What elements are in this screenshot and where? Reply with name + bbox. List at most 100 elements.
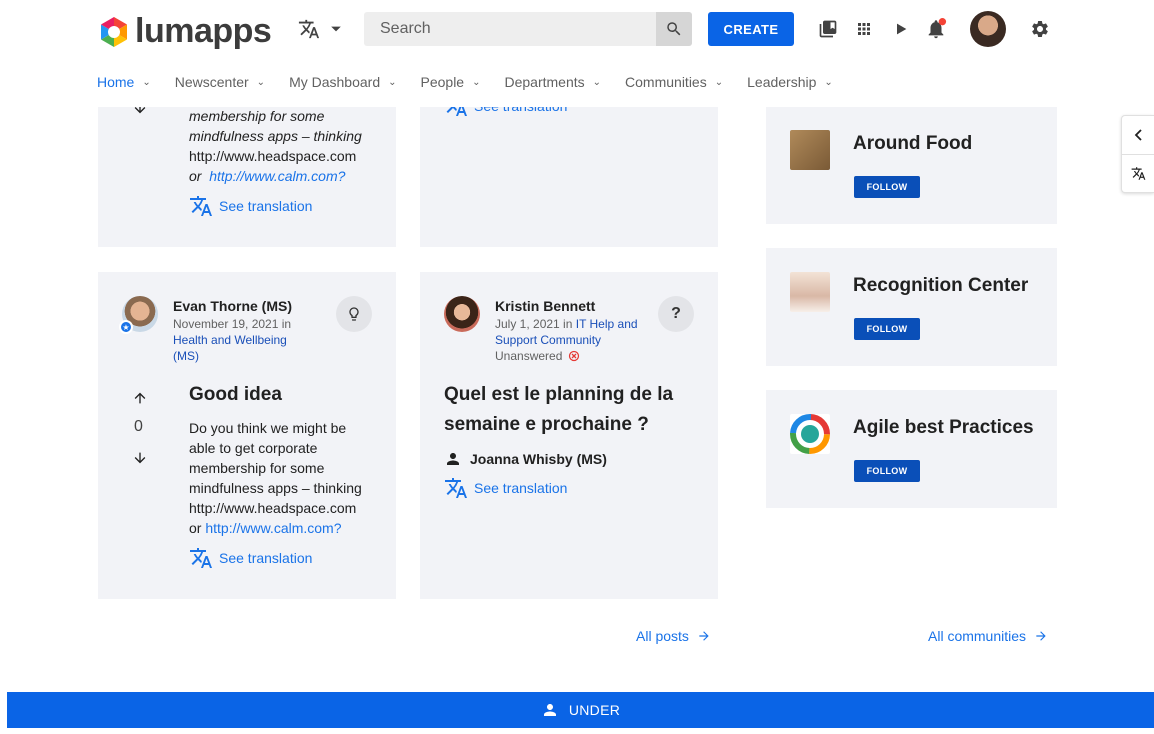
- community-thumbnail[interactable]: [790, 130, 830, 170]
- bookmarks-icon[interactable]: [817, 18, 839, 40]
- community-card[interactable]: Agile best Practices FOLLOW: [766, 390, 1057, 508]
- arrow-down-icon[interactable]: [132, 450, 148, 466]
- chevron-down-icon: ⌄: [388, 76, 397, 88]
- idea-type-button[interactable]: [336, 296, 372, 332]
- person-icon: [447, 453, 459, 465]
- star-badge-icon: ★: [119, 320, 133, 334]
- impersonation-bar[interactable]: UNDER: [7, 692, 1154, 728]
- nav-label: Leadership: [747, 74, 817, 90]
- create-button[interactable]: CREATE: [708, 12, 794, 46]
- nav-item-departments[interactable]: Departments ⌄: [504, 74, 601, 90]
- or-text: or: [189, 520, 202, 536]
- post-card-question[interactable]: Kristin Bennett July 1, 2021 in IT Help …: [420, 272, 718, 599]
- see-translation-label: See translation: [219, 198, 313, 214]
- translate-icon: [445, 478, 467, 498]
- community-thumbnail[interactable]: [790, 272, 830, 312]
- nav-label: Newscenter: [174, 74, 249, 90]
- community-name[interactable]: Agile best Practices: [853, 417, 1034, 439]
- main-nav: Home ⌄ Newscenter ⌄ My Dashboard ⌄ People ⌄ …: [97, 74, 857, 90]
- apps-grid-icon[interactable]: [853, 18, 875, 40]
- nav-item-communities[interactable]: Communities ⌄: [625, 74, 723, 90]
- nav-label: Communities: [625, 74, 707, 90]
- person-icon: [543, 704, 556, 716]
- lumapps-logo-icon: [101, 16, 127, 47]
- nav-label: People: [420, 74, 465, 90]
- search-input[interactable]: Search: [364, 12, 692, 46]
- chevron-down-icon: ⌄: [472, 76, 481, 88]
- all-communities-link[interactable]: All communities: [928, 628, 1048, 644]
- play-icon[interactable]: [890, 18, 912, 40]
- logo-text: lumapps: [135, 12, 272, 50]
- agile-logo-icon: [790, 414, 830, 454]
- see-translation-button[interactable]: See translation: [444, 476, 567, 500]
- question-type-button[interactable]: ?: [658, 296, 694, 332]
- lumapps-logo[interactable]: lumapps: [97, 12, 272, 51]
- nav-label: My Dashboard: [289, 74, 381, 90]
- see-translation-button[interactable]: See translation: [189, 546, 312, 570]
- bottom-bar-label: UNDER: [568, 702, 621, 718]
- calm-link[interactable]: http://www.calm.com?: [209, 168, 345, 184]
- translate-icon[interactable]: [1131, 166, 1146, 181]
- headspace-link[interactable]: http://www.headspace.com: [189, 498, 356, 518]
- see-translation-label: See translation: [219, 550, 313, 566]
- see-translation-label: See translation: [474, 480, 568, 496]
- follow-button[interactable]: FOLLOW: [854, 176, 920, 198]
- nav-item-people[interactable]: People ⌄: [421, 74, 481, 90]
- chevron-down-icon: ⌄: [824, 76, 833, 88]
- chevron-down-icon: ⌄: [142, 76, 151, 88]
- post-date: July 1, 2021 in: [495, 317, 573, 331]
- nav-label: Home: [97, 74, 135, 90]
- author-name[interactable]: Evan Thorne (MS): [173, 298, 292, 314]
- header: lumapps Search CREATE Home ⌄ Newscenter ⌄ …: [0, 0, 1154, 107]
- nav-label: Departments: [504, 74, 585, 90]
- search-placeholder: Search: [380, 20, 431, 37]
- follow-button[interactable]: FOLLOW: [854, 460, 920, 482]
- settings-icon[interactable]: [1029, 18, 1051, 40]
- headspace-link[interactable]: http://www.headspace.com: [189, 146, 356, 166]
- user-avatar[interactable]: [970, 11, 1006, 47]
- post-date: November 19, 2021 in: [173, 317, 292, 331]
- language-selector[interactable]: [298, 18, 342, 40]
- search-button[interactable]: [656, 12, 692, 46]
- chevron-left-icon[interactable]: [1134, 129, 1144, 141]
- see-translation-button[interactable]: See translation: [189, 194, 312, 218]
- unanswered-icon: [569, 350, 580, 362]
- search-icon: [667, 22, 681, 36]
- status-label: Unanswered: [495, 349, 563, 363]
- caret-down-icon: [331, 26, 341, 32]
- nav-item-home[interactable]: Home ⌄: [97, 74, 151, 90]
- translate-icon: [190, 196, 212, 216]
- nav-item-leadership[interactable]: Leadership ⌄: [747, 74, 833, 90]
- all-communities-label: All communities: [928, 628, 1027, 644]
- or-text: or: [189, 168, 202, 184]
- all-posts-link[interactable]: All posts: [636, 628, 711, 644]
- follow-button[interactable]: FOLLOW: [854, 318, 920, 340]
- notifications-icon[interactable]: [925, 18, 947, 40]
- chevron-down-icon: ⌄: [592, 76, 602, 88]
- mentioned-user[interactable]: Joanna Whisby (MS): [470, 451, 607, 467]
- author-avatar[interactable]: [444, 296, 480, 332]
- side-panel-tab: [1121, 115, 1154, 193]
- all-posts-label: All posts: [636, 628, 689, 644]
- arrow-right-icon: [699, 631, 709, 641]
- arrow-up-icon[interactable]: [132, 390, 148, 406]
- nav-item-newscenter[interactable]: Newscenter ⌄: [175, 74, 265, 90]
- community-link[interactable]: Health and Wellbeing (MS): [173, 332, 303, 364]
- community-thumbnail[interactable]: [790, 414, 830, 454]
- post-body: Do you think we might be able to get cor…: [189, 420, 362, 496]
- post-title[interactable]: Good idea: [189, 380, 282, 410]
- nav-item-my-dashboard[interactable]: My Dashboard ⌄: [289, 74, 396, 90]
- author-name[interactable]: Kristin Bennett: [495, 298, 595, 314]
- translate-icon: [298, 19, 320, 39]
- post-card-idea[interactable]: ★ Evan Thorne (MS) November 19, 2021 in …: [98, 272, 396, 599]
- chevron-down-icon: ⌄: [714, 76, 724, 88]
- community-card[interactable]: Recognition Center FOLLOW: [766, 248, 1057, 366]
- divider: [1122, 154, 1154, 155]
- post-title[interactable]: Quel est le planning de la semaine e pro…: [444, 380, 694, 440]
- translate-icon: [190, 548, 212, 568]
- chevron-down-icon: ⌄: [256, 76, 266, 88]
- community-card[interactable]: Around Food FOLLOW: [766, 106, 1057, 224]
- calm-link[interactable]: http://www.calm.com?: [205, 520, 341, 536]
- community-name[interactable]: Recognition Center: [853, 275, 1028, 297]
- community-name[interactable]: Around Food: [853, 133, 972, 155]
